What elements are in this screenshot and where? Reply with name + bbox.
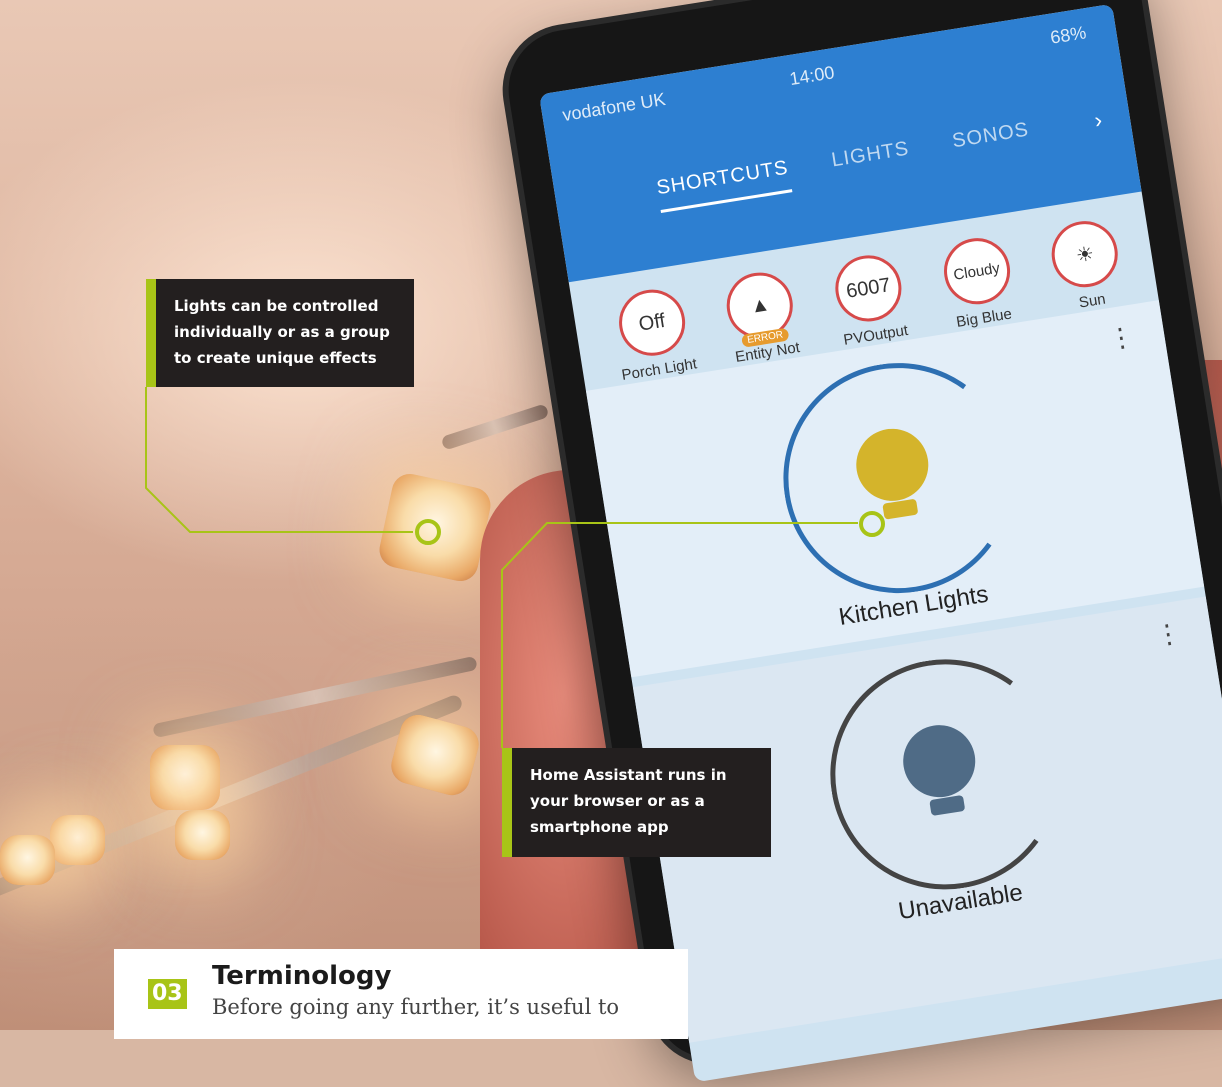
tab-sonos[interactable]: SONOS [951,119,1033,167]
status-bar: vodafone UK 14:00 68% [561,22,1088,126]
lamp-glow [50,815,105,865]
lamp-glow [0,835,55,885]
section-text: Before going any further, it’s useful to [212,995,620,1019]
track-light-bar [0,693,465,903]
more-vert-icon[interactable]: ⋮ [1106,321,1137,356]
tab-lights[interactable]: LIGHTS [830,137,913,185]
badge-ring: 6007 [830,250,907,327]
callout-lights: Lights can be controlled individually or… [146,279,414,387]
callout-home-assistant: Home Assistant runs in your browser or a… [502,748,771,857]
badge-value: Cloudy [952,259,1002,284]
badge-ring: Off [614,284,690,361]
terminology-section: 03 Terminology Before going any further,… [114,949,688,1039]
more-vert-icon[interactable]: ⋮ [1153,617,1184,652]
lamp-glow [150,745,220,810]
lamp-glow [175,810,230,860]
badge-value: 6007 [844,273,893,303]
badge-value: Off [637,309,667,336]
badge-ring: Cloudy [938,233,1015,310]
tab-shortcuts[interactable]: SHORTCUTS [655,156,793,213]
clock: 14:00 [788,62,836,90]
step-number: 03 [148,979,187,1009]
badge-ring: ▲ ERROR [722,267,798,348]
battery-level: 68% [1048,22,1088,48]
track-light-bar [440,403,550,451]
section-title: Terminology [212,961,392,991]
phone-screen: vodafone UK 14:00 68% SHORTCUTS LIGHTS S… [539,3,1222,1083]
warning-icon: ▲ [748,292,772,318]
lamp-glow [376,470,494,585]
carrier-label: vodafone UK [560,88,667,126]
lamp-glow [387,710,483,800]
sun-icon: ☀ [1074,242,1096,267]
badge-ring: ☀ [1047,216,1123,292]
